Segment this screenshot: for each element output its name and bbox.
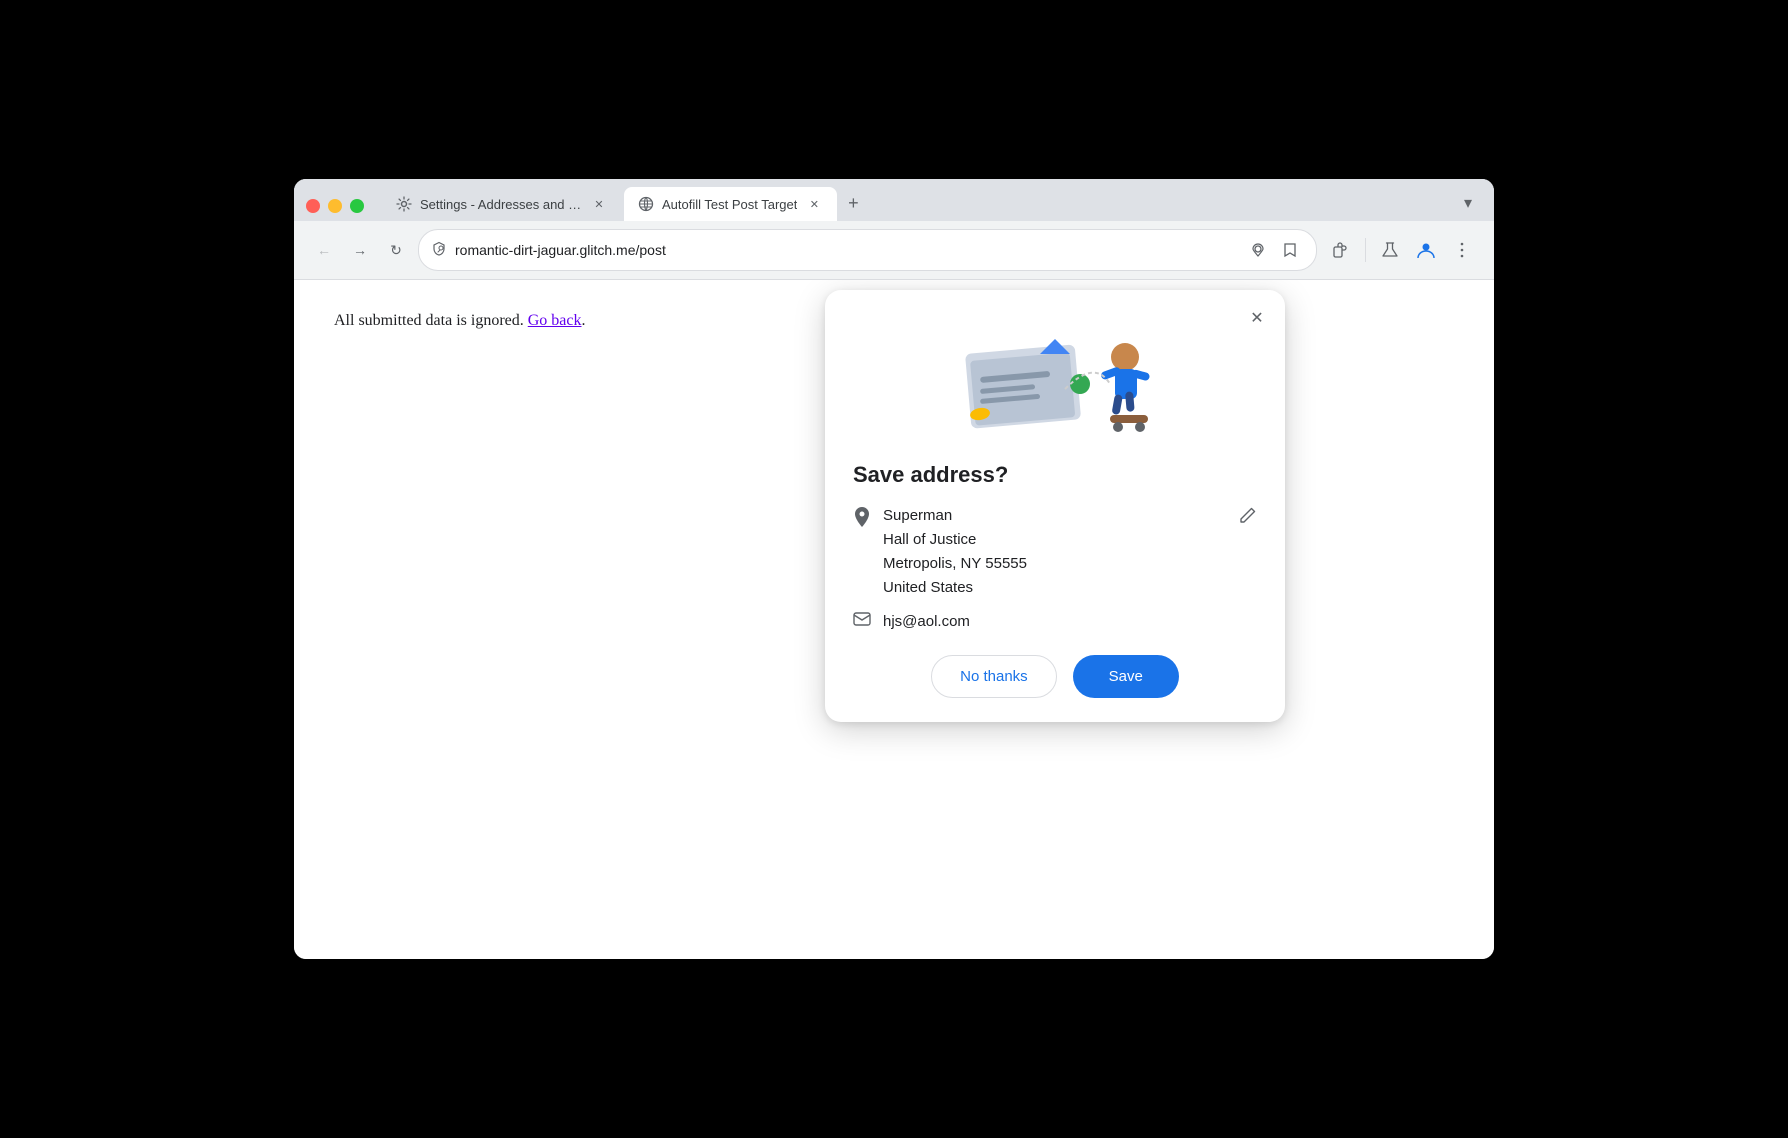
address-pin-icon: [853, 506, 871, 533]
close-traffic-light[interactable]: [306, 199, 320, 213]
toolbar-divider: [1365, 238, 1366, 262]
security-icon: [431, 241, 447, 260]
tab-row: Settings - Addresses and mo ✕ Autofill T…: [294, 179, 1494, 221]
edit-address-button[interactable]: [1239, 506, 1257, 529]
save-button[interactable]: Save: [1073, 655, 1179, 698]
address-line2: Hall of Justice: [883, 528, 1227, 552]
bookmark-button[interactable]: [1276, 236, 1304, 264]
url-bar[interactable]: romantic-dirt-jaguar.glitch.me/post: [418, 229, 1317, 271]
extensions-button[interactable]: [1325, 234, 1357, 266]
email-text: hjs@aol.com: [883, 613, 970, 630]
dialog-actions: No thanks Save: [825, 655, 1285, 698]
browser-window: Settings - Addresses and mo ✕ Autofill T…: [294, 179, 1494, 959]
dialog-title: Save address?: [825, 454, 1285, 504]
back-button[interactable]: ←: [310, 236, 338, 264]
lab-button[interactable]: [1374, 234, 1406, 266]
address-bar: ← → ↻ romantic-dirt-jaguar.glitch.me/pos…: [294, 221, 1494, 280]
dialog-overlay: ✕: [294, 280, 1494, 959]
url-text: romantic-dirt-jaguar.glitch.me/post: [455, 242, 1236, 258]
email-icon: [853, 612, 871, 631]
gear-icon: [396, 196, 412, 212]
tab-end: ▾: [1454, 189, 1482, 217]
minimize-traffic-light[interactable]: [328, 199, 342, 213]
page-content: All submitted data is ignored. Go back. …: [294, 280, 1494, 959]
traffic-lights: [306, 199, 364, 213]
refresh-button[interactable]: ↻: [382, 236, 410, 264]
maximize-traffic-light[interactable]: [350, 199, 364, 213]
save-address-dialog: ✕: [825, 290, 1285, 722]
address-line4: United States: [883, 576, 1227, 600]
settings-tab-close[interactable]: ✕: [590, 195, 608, 213]
forward-button[interactable]: →: [346, 236, 374, 264]
settings-tab-label: Settings - Addresses and mo: [420, 197, 582, 212]
autofill-tab-close[interactable]: ✕: [805, 195, 823, 213]
dialog-illustration: [825, 314, 1285, 454]
globe-icon: [638, 196, 654, 212]
address-lines: Superman Hall of Justice Metropolis, NY …: [883, 504, 1227, 600]
toolbar-right: [1325, 234, 1478, 266]
autofill-tab-label: Autofill Test Post Target: [662, 197, 797, 212]
address-section: Superman Hall of Justice Metropolis, NY …: [825, 504, 1285, 600]
tab-autofill[interactable]: Autofill Test Post Target ✕: [624, 187, 837, 221]
email-section: hjs@aol.com: [825, 600, 1285, 655]
new-tab-button[interactable]: +: [839, 189, 867, 217]
tab-settings[interactable]: Settings - Addresses and mo ✕: [382, 187, 622, 221]
address-line3: Metropolis, NY 55555: [883, 552, 1227, 576]
title-bar: Settings - Addresses and mo ✕ Autofill T…: [294, 179, 1494, 280]
address-name: Superman: [883, 504, 1227, 528]
menu-button[interactable]: [1446, 234, 1478, 266]
url-actions: [1244, 236, 1304, 264]
profile-button[interactable]: [1410, 234, 1442, 266]
no-thanks-button[interactable]: No thanks: [931, 655, 1057, 698]
tabs-chevron-button[interactable]: ▾: [1454, 189, 1482, 217]
location-button[interactable]: [1244, 236, 1272, 264]
